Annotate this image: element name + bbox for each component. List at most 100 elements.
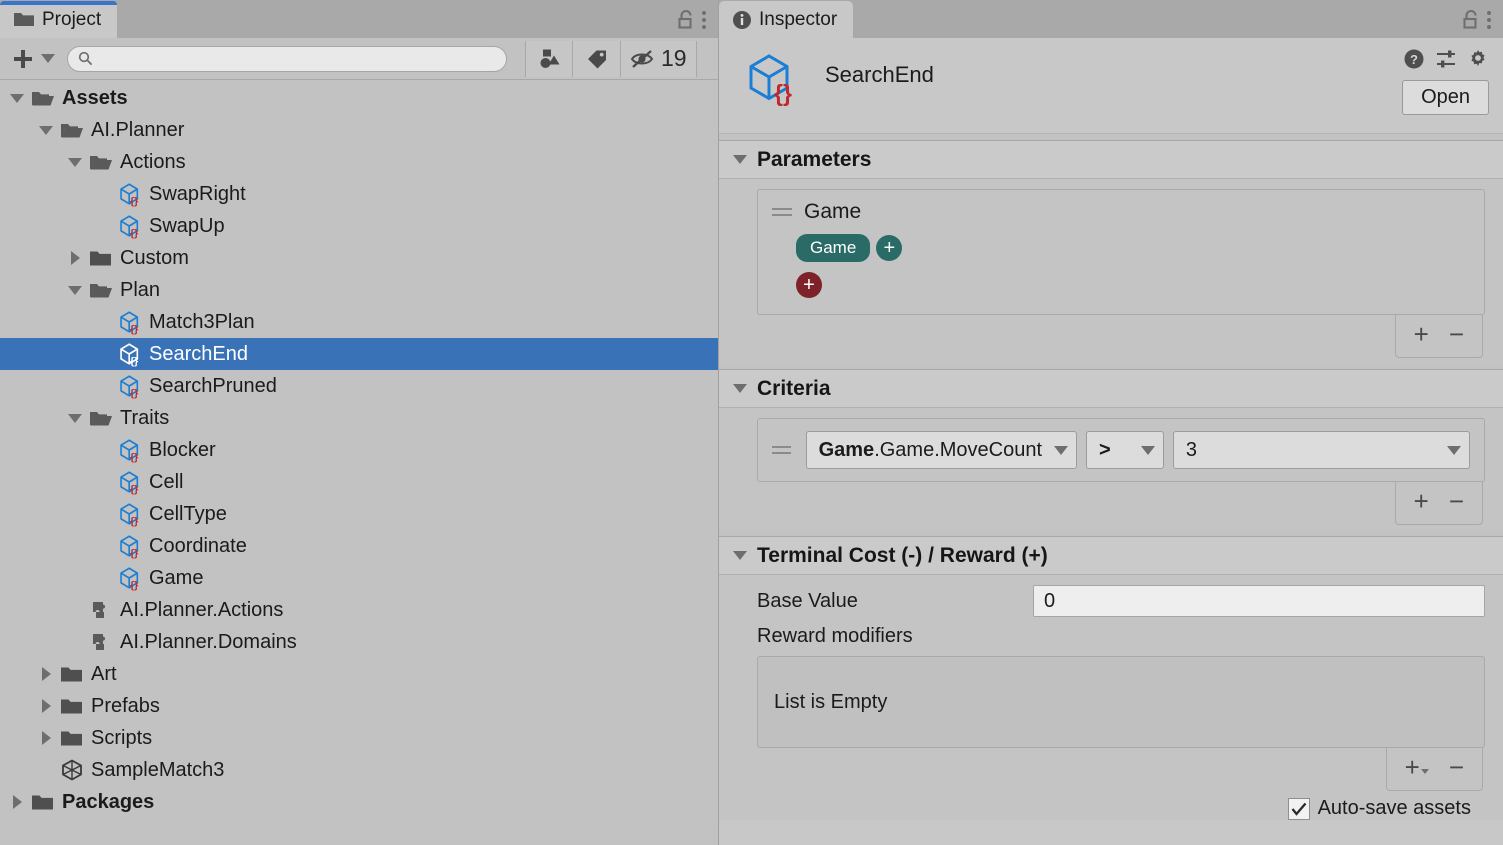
trait-pill-game[interactable]: Game	[796, 234, 871, 262]
label-filter-button[interactable]	[573, 40, 621, 77]
tree-item-ai-planner[interactable]: AI.Planner	[0, 114, 718, 146]
criteria-list-footer: + −	[757, 482, 1485, 525]
project-panel: Project 19 Assets AI.Planner Actions {} …	[0, 0, 718, 845]
tree-item-celltype[interactable]: {} CellType	[0, 498, 718, 530]
chevron-down-icon[interactable]	[733, 384, 747, 393]
asset-cube-icon: {}	[115, 565, 145, 591]
remove-parameter-button[interactable]: −	[1449, 321, 1464, 347]
chevron-down-icon[interactable]	[733, 155, 747, 164]
chevron-down-icon	[1140, 445, 1155, 455]
tree-item-packages[interactable]: Packages	[0, 786, 718, 818]
chevron-down-icon[interactable]	[64, 157, 86, 167]
section-header-parameters[interactable]: Parameters	[719, 141, 1503, 179]
tree-item-swapup[interactable]: {} SwapUp	[0, 210, 718, 242]
tree-item-match3plan[interactable]: {} Match3Plan	[0, 306, 718, 338]
tree-item-label: Prefabs	[91, 695, 160, 717]
project-tabbar: Project	[0, 0, 718, 38]
add-criterion-button[interactable]: +	[1414, 488, 1429, 514]
tree-item-traits[interactable]: Traits	[0, 402, 718, 434]
gear-icon[interactable]	[1467, 48, 1489, 70]
chevron-down-icon[interactable]	[733, 551, 747, 560]
criterion-field-bold: Game	[818, 438, 875, 461]
tree-item-cell[interactable]: {} Cell	[0, 466, 718, 498]
tree-item-art[interactable]: Art	[0, 658, 718, 690]
remove-criterion-button[interactable]: −	[1449, 488, 1464, 514]
unlock-icon[interactable]	[676, 9, 696, 31]
search-input[interactable]	[99, 50, 496, 67]
svg-text:{}: {}	[774, 80, 792, 106]
chevron-down-icon[interactable]	[35, 125, 57, 135]
autosave-row[interactable]: Auto-save assets	[757, 791, 1485, 820]
tree-item-plan[interactable]: Plan	[0, 274, 718, 306]
base-value-input[interactable]: 0	[1033, 585, 1485, 617]
tree-item-swapright[interactable]: {} SwapRight	[0, 178, 718, 210]
shapes-filter-icon	[540, 49, 560, 68]
tree-item-prefabs[interactable]: Prefabs	[0, 690, 718, 722]
tree-item-searchpruned[interactable]: {} SearchPruned	[0, 370, 718, 402]
chevron-down-icon[interactable]	[6, 93, 28, 103]
preset-sliders-icon[interactable]	[1435, 48, 1457, 70]
chevron-right-icon[interactable]	[35, 699, 57, 713]
page-title: SearchEnd	[825, 62, 934, 87]
asset-cube-icon: {}	[115, 181, 145, 207]
exclude-trait-row: +	[772, 262, 1470, 300]
drag-handle-icon[interactable]	[772, 446, 791, 454]
add-excluded-trait-button[interactable]: +	[796, 272, 822, 298]
tree-item-coordinate[interactable]: {} Coordinate	[0, 530, 718, 562]
tree-item-samplematch3[interactable]: SampleMatch3	[0, 754, 718, 786]
autosave-checkbox[interactable]	[1287, 797, 1310, 820]
section-header-criteria[interactable]: Criteria	[719, 370, 1503, 408]
trait-row: Game +	[772, 224, 1470, 262]
tree-item-assets[interactable]: Assets	[0, 82, 718, 114]
tree-item-blocker[interactable]: {} Blocker	[0, 434, 718, 466]
search-field[interactable]	[67, 45, 507, 72]
kebab-menu-icon[interactable]	[1485, 9, 1493, 31]
add-reward-modifier-button[interactable]: +	[1405, 754, 1429, 780]
chevron-down-icon[interactable]	[64, 413, 86, 423]
add-parameter-button[interactable]: +	[1414, 321, 1429, 347]
create-asset-button[interactable]	[0, 46, 67, 72]
unlock-icon[interactable]	[1461, 9, 1481, 31]
criteria-add-remove: + −	[1394, 482, 1483, 525]
criterion-field-dropdown[interactable]: Game.Game.MoveCount	[805, 431, 1078, 469]
tree-item-actions[interactable]: Actions	[0, 146, 718, 178]
chevron-right-icon[interactable]	[6, 795, 28, 809]
criterion-field-rest: .Game.MoveCount	[874, 438, 1043, 461]
tree-item-game[interactable]: {} Game	[0, 562, 718, 594]
tree-item-custom[interactable]: Custom	[0, 242, 718, 274]
chevron-down-icon[interactable]	[64, 285, 86, 295]
base-value-label: Base Value	[757, 589, 858, 612]
terminal-body: Base Value 0 Reward modifiers List is Em…	[719, 575, 1503, 820]
criterion-row: Game.Game.MoveCount > 3	[772, 431, 1470, 469]
tree-item-searchend[interactable]: {} SearchEnd	[0, 338, 718, 370]
tab-project[interactable]: Project	[0, 1, 118, 38]
help-icon[interactable]: ?	[1403, 48, 1425, 70]
folder-open-icon	[86, 153, 116, 172]
criterion-operator: >	[1099, 438, 1111, 461]
tree-item-ai-planner-actions[interactable]: AI.Planner.Actions	[0, 594, 718, 626]
tab-inspector[interactable]: Inspector	[719, 1, 854, 38]
asset-cube-icon: {}	[115, 533, 145, 559]
tree-item-ai-planner-domains[interactable]: AI.Planner.Domains	[0, 626, 718, 658]
add-trait-button[interactable]: +	[876, 235, 903, 261]
chevron-right-icon[interactable]	[35, 667, 57, 681]
tree-item-label: Match3Plan	[149, 311, 255, 333]
project-asset-tree[interactable]: Assets AI.Planner Actions {} SwapRight {} Swap…	[0, 80, 718, 818]
remove-reward-modifier-button[interactable]: −	[1449, 754, 1464, 780]
base-value-row: Base Value 0	[757, 581, 1485, 621]
section-header-terminal[interactable]: Terminal Cost (-) / Reward (+)	[719, 537, 1503, 575]
open-button[interactable]: Open	[1402, 80, 1489, 115]
criterion-operator-dropdown[interactable]: >	[1086, 431, 1164, 469]
kebab-menu-icon[interactable]	[700, 9, 708, 31]
drag-handle-icon[interactable]	[772, 208, 792, 216]
type-filter-button[interactable]	[525, 40, 573, 77]
parameter-entry[interactable]: Game Game + +	[772, 200, 1470, 300]
tab-project-label: Project	[42, 8, 102, 30]
tree-item-scripts[interactable]: Scripts	[0, 722, 718, 754]
chevron-right-icon[interactable]	[64, 251, 86, 265]
hidden-assets-button[interactable]: 19	[621, 40, 697, 77]
chevron-right-icon[interactable]	[35, 731, 57, 745]
tree-item-label: Traits	[120, 407, 170, 429]
criterion-value-dropdown[interactable]: 3	[1172, 431, 1470, 469]
tree-item-label: Game	[149, 567, 204, 589]
